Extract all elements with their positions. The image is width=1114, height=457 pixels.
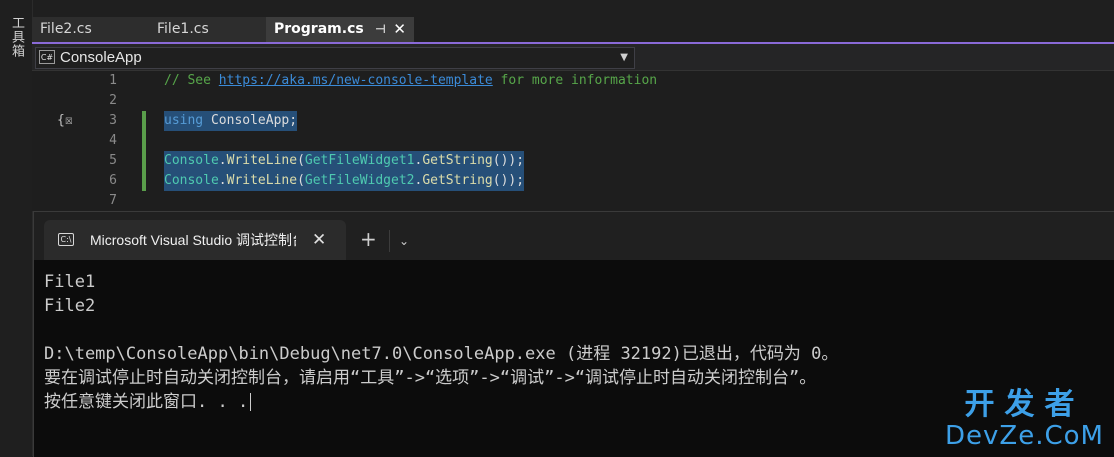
tab-program-label: Program.cs [274,21,364,37]
code-line: 1 // See https://aka.ms/new-console-temp… [32,71,1114,91]
chevron-down-icon[interactable]: ▼ [620,48,628,68]
tab-file1[interactable]: File1.cs [149,17,266,42]
code-text: ( [297,173,305,188]
terminal-titlebar: C:\ Microsoft Visual Studio 调试控制台 ✕ + ⌄ [34,212,1114,260]
output-line: 要在调试停止时自动关闭控制台，请启用“工具”->“选项”->“调试”->“调试停… [44,368,817,388]
line-number: 7 [109,193,117,208]
code-editor[interactable]: 1 // See https://aka.ms/new-console-temp… [32,71,1114,211]
output-line-text: 按任意键关闭此窗口. . . [44,392,249,412]
code-text: ()); [492,153,525,168]
template-link[interactable]: https://aka.ms/new-console-template [219,73,493,88]
divider [389,230,390,252]
line-number: 6 [109,173,117,188]
quick-action-icon[interactable]: {☒ [57,111,73,131]
console-output[interactable]: File1 File2 D:\temp\ConsoleApp\bin\Debug\… [44,270,838,414]
tab-file1-label: File1.cs [157,21,209,37]
comment-text: for more information [492,73,658,88]
close-icon[interactable]: ✕ [393,17,406,42]
toolbox-label[interactable]: 工具箱 [7,16,26,58]
terminal-tab-title: Microsoft Visual Studio 调试控制台 [90,232,296,248]
chevron-down-icon[interactable]: ⌄ [399,226,409,256]
csharp-project-icon: C# [39,50,55,64]
toolbox-strip[interactable]: 工具箱 [0,0,33,456]
method-name: WriteLine [226,153,298,168]
code-text: . [218,173,227,188]
code-line: {☒ 3 using ConsoleApp; [32,111,1114,131]
comment-text: // See [164,73,219,88]
keyword: using [164,113,204,128]
text-cursor [250,393,252,411]
pin-icon[interactable]: ⊣ [375,17,386,42]
code-line: 6 Console.WriteLine(GetFileWidget2.GetSt… [32,171,1114,191]
type-name: GetFileWidget2 [304,173,415,188]
code-line: 2 [32,91,1114,111]
method-name: GetString [422,173,493,188]
document-tab-bar: File2.cs File1.cs Program.cs ⊣ ✕ [32,17,1114,42]
navigation-bar: C# ConsoleApp ▼ [32,44,1114,71]
line-number: 5 [109,153,117,168]
method-name: GetString [422,153,493,168]
close-icon[interactable]: ✕ [312,220,326,260]
change-indicator [142,171,146,191]
line-number: 1 [109,73,117,88]
watermark-logo: 开发者 DevZe.CoM [945,387,1104,451]
watermark-top: 开发者 [964,387,1085,422]
code-text: . [218,153,227,168]
method-name: WriteLine [226,173,298,188]
tab-file2-label: File2.cs [40,21,92,37]
project-dropdown[interactable]: C# ConsoleApp ▼ [35,47,635,69]
code-line: 5 Console.WriteLine(GetFileWidget1.GetSt… [32,151,1114,171]
change-indicator [142,151,146,171]
code-line: 7 [32,191,1114,211]
watermark-bottom: DevZe.CoM [945,421,1104,451]
output-line: File1 [44,272,96,292]
console-icon: C:\ [58,233,74,246]
line-number: 2 [109,93,117,108]
output-line: D:\temp\ConsoleApp\bin\Debug\net7.0\Cons… [44,344,839,364]
output-line: File2 [44,296,96,316]
output-line: 按任意键关闭此窗口. . . [44,390,838,414]
new-tab-button[interactable]: + [360,224,377,254]
change-indicator [142,131,146,151]
type-name: GetFileWidget1 [304,153,415,168]
terminal-tab[interactable]: C:\ Microsoft Visual Studio 调试控制台 ✕ [44,220,346,260]
code-text: ConsoleApp; [203,113,298,128]
code-text: ( [297,153,305,168]
tab-program[interactable]: Program.cs ⊣ ✕ [266,17,414,42]
line-number: 3 [109,113,117,128]
type-name: Console [164,173,219,188]
type-name: Console [164,153,219,168]
code-line: 4 [32,131,1114,151]
tab-file2[interactable]: File2.cs [32,17,149,42]
project-name: ConsoleApp [60,49,142,66]
change-indicator [142,111,146,131]
code-text: ()); [492,173,525,188]
line-number: 4 [109,133,117,148]
